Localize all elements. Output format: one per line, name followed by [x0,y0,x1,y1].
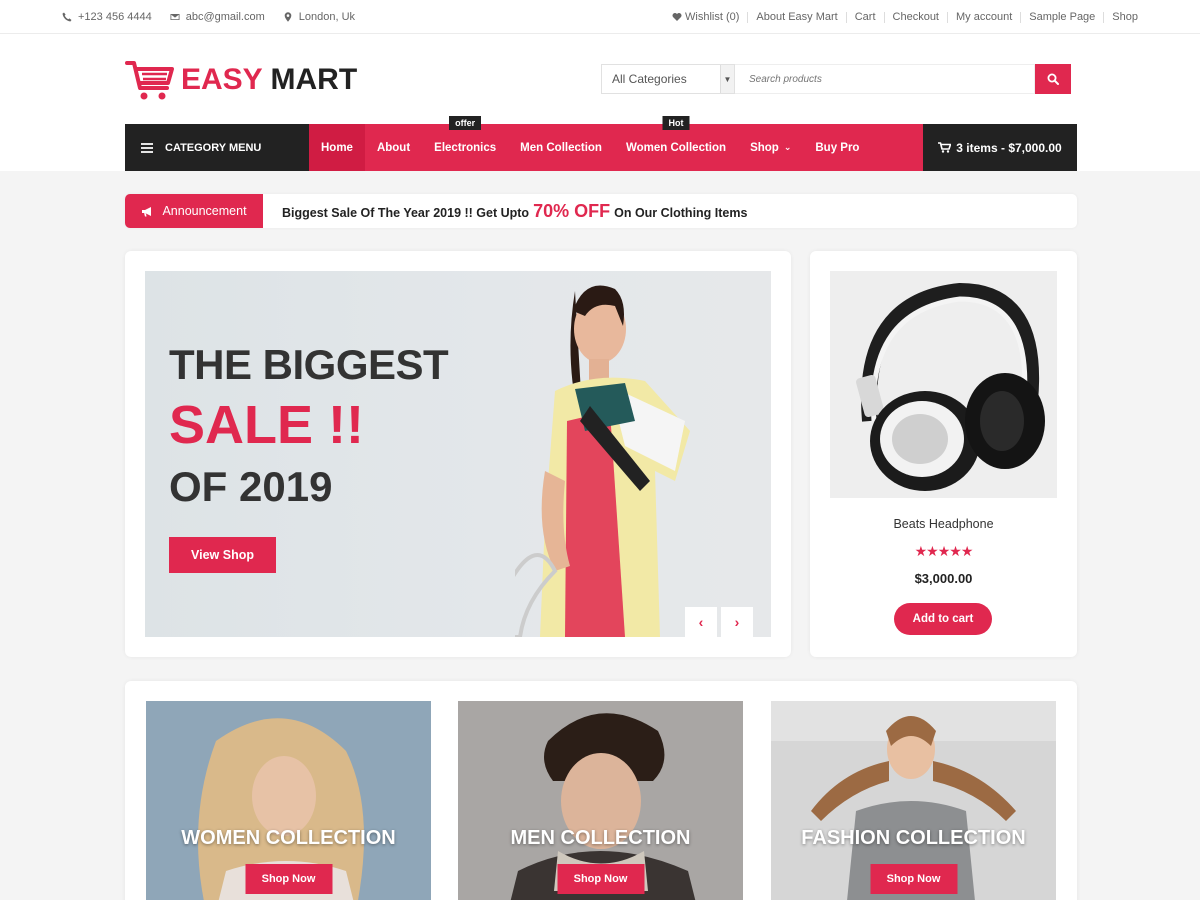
headphone-image [830,271,1057,498]
hero-slider-panel: THE BIGGEST SALE !! OF 2019 View Shop ‹ … [125,251,791,657]
view-shop-button[interactable]: View Shop [169,537,276,573]
hero-headline: THE BIGGEST SALE !! OF 2019 [169,341,449,510]
location-info: London, Uk [283,11,355,23]
header-cart-button[interactable]: 3 items - $7,000.00 [923,124,1077,171]
shop-now-button[interactable]: Shop Now [245,864,332,894]
top-bar: +123 456 4444 abc@gmail.com London, Uk W… [0,0,1200,34]
nav-item-home[interactable]: Home [309,124,365,171]
nav-item-electronics[interactable]: offer Electronics [422,116,508,171]
logo-text: EASY MART [181,63,358,96]
chevron-left-icon: ‹ [698,614,704,630]
location-text: London, Uk [298,11,356,23]
site-header: EASY MART All Categories ▼ [0,34,1200,124]
shopping-cart-logo-icon [125,61,174,100]
collections-panel: WOMEN COLLECTION Shop Now MEN COLLECTION… [125,681,1077,900]
nav-item-women-collection[interactable]: Hot Women Collection [614,116,738,171]
nav-item-about[interactable]: About [365,124,422,171]
fashion-collection-card[interactable]: FASHION COLLECTION Shop Now [771,701,1056,900]
cart-icon [938,142,952,153]
star-rating: ★★★★★ [914,543,974,559]
nav-item-shop[interactable]: Shop ⌄ [738,124,803,171]
search-button[interactable] [1035,64,1071,94]
email-info: abc@gmail.com [170,11,265,23]
collection-title: FASHION COLLECTION [801,827,1026,849]
nav-item-buy-pro[interactable]: Buy Pro [803,124,871,171]
slider-next-button[interactable]: › [721,607,753,637]
sample-page-link[interactable]: Sample Page [1020,11,1103,23]
heart-icon [672,13,682,21]
envelope-icon [170,14,180,20]
nav-item-men-collection[interactable]: Men Collection [508,124,614,171]
megaphone-icon [142,206,152,216]
search-input[interactable] [735,64,1035,94]
phone-info: +123 456 4444 [62,11,152,23]
offer-badge: offer [449,116,482,130]
fashion-model-image [515,285,690,637]
chevron-right-icon: › [734,614,740,630]
hamburger-icon [141,142,153,153]
shop-now-button[interactable]: Shop Now [870,864,957,894]
shop-link[interactable]: Shop [1103,11,1138,23]
shop-now-button[interactable]: Shop Now [557,864,644,894]
map-pin-icon [284,12,292,22]
chevron-down-icon: ⌄ [783,142,792,152]
main-navigation: CATEGORY MENU Home About offer Electroni… [125,116,1077,171]
collection-title: WOMEN COLLECTION [181,827,396,849]
wishlist-link[interactable]: Wishlist (0) [664,11,747,23]
announcement-tag: Announcement [125,194,263,228]
search-icon [1047,73,1059,85]
checkout-link[interactable]: Checkout [883,11,947,23]
search-form: All Categories ▼ [601,64,1071,94]
product-image[interactable] [830,271,1057,498]
announcement-bar: Announcement Biggest Sale Of The Year 20… [125,194,1077,228]
add-to-cart-button[interactable]: Add to cart [894,603,992,635]
category-select[interactable]: All Categories ▼ [601,64,735,94]
hero-slide: THE BIGGEST SALE !! OF 2019 View Shop ‹ … [145,271,771,637]
my-account-link[interactable]: My account [947,11,1020,23]
hot-badge: Hot [662,116,690,130]
cart-link[interactable]: Cart [845,11,884,23]
about-easy-mart-link[interactable]: About Easy Mart [747,11,845,23]
category-menu-button[interactable]: CATEGORY MENU [125,124,309,171]
announcement-message: Biggest Sale Of The Year 2019 !! Get Upt… [282,200,748,221]
product-price: $3,000.00 [914,571,973,586]
men-collection-card[interactable]: MEN COLLECTION Shop Now [458,701,743,900]
site-logo[interactable]: EASY MART [125,58,357,102]
featured-product-card: Beats Headphone ★★★★★ $3,000.00 Add to c… [810,251,1077,657]
product-name[interactable]: Beats Headphone [810,517,1077,531]
phone-number: +123 456 4444 [78,11,152,23]
collection-title: MEN COLLECTION [510,827,691,849]
women-collection-card[interactable]: WOMEN COLLECTION Shop Now [146,701,431,900]
chevron-down-icon: ▼ [720,65,734,93]
slider-prev-button[interactable]: ‹ [685,607,717,637]
discount-highlight: 70% OFF [533,200,611,221]
phone-icon [62,12,72,22]
email-address: abc@gmail.com [185,11,265,23]
